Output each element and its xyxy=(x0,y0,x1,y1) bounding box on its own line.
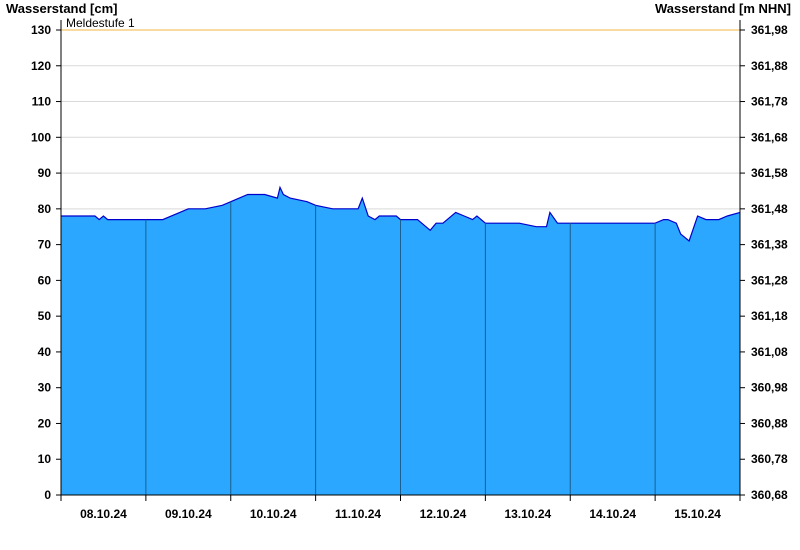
x-tick-label: 13.10.24 xyxy=(504,507,551,521)
x-tick-label: 14.10.24 xyxy=(589,507,636,521)
y-tick-label-right: 361,98 xyxy=(751,23,788,37)
x-tick-label: 08.10.24 xyxy=(80,507,127,521)
y-tick-label-right: 361,18 xyxy=(751,309,788,323)
y-tick-label-right: 361,38 xyxy=(751,238,788,252)
water-level-chart: Wasserstand [cm] Wasserstand [m NHN] Mel… xyxy=(6,1,791,521)
x-tick-label: 15.10.24 xyxy=(674,507,721,521)
y-tick-label-right: 361,88 xyxy=(751,59,788,73)
y-tick-label-right: 360,98 xyxy=(751,381,788,395)
y-tick-label-left: 80 xyxy=(38,202,52,216)
x-tick-label: 10.10.24 xyxy=(250,507,297,521)
y-axis-left-title: Wasserstand [cm] xyxy=(6,1,118,16)
y-tick-label-left: 90 xyxy=(38,166,52,180)
x-tick-label: 12.10.24 xyxy=(420,507,467,521)
y-tick-label-left: 120 xyxy=(31,59,51,73)
y-tick-label-left: 30 xyxy=(38,381,52,395)
y-tick-label-right: 360,78 xyxy=(751,452,788,466)
y-tick-label-left: 100 xyxy=(31,130,51,144)
y-tick-label-left: 0 xyxy=(44,488,51,502)
y-ticks-left: 0 10 20 30 40 50 60 70 80 90 100 110 120 130 xyxy=(31,23,61,502)
y-tick-label-right: 361,28 xyxy=(751,273,788,287)
y-tick-label-right: 361,48 xyxy=(751,202,788,216)
y-tick-label-right: 361,78 xyxy=(751,95,788,109)
y-ticks-right: 360,68 360,78 360,88 360,98 361,08 361,18 361,… xyxy=(740,23,788,502)
y-tick-label-right: 361,08 xyxy=(751,345,788,359)
y-tick-label-left: 40 xyxy=(38,345,52,359)
y-tick-label-right: 360,88 xyxy=(751,416,788,430)
y-tick-label-left: 20 xyxy=(38,416,52,430)
threshold-line-group: Meldestufe 1 xyxy=(61,16,740,31)
threshold-label: Meldestufe 1 xyxy=(66,16,135,30)
x-ticks: 08.10.24 09.10.24 10.10.24 11.10.24 12.10.24… xyxy=(60,495,741,521)
x-tick-label: 09.10.24 xyxy=(165,507,212,521)
y-axis-right-title: Wasserstand [m NHN] xyxy=(655,1,791,16)
y-tick-label-left: 70 xyxy=(38,238,52,252)
y-tick-label-left: 10 xyxy=(38,452,52,466)
y-tick-label-right: 361,58 xyxy=(751,166,788,180)
x-tick-label: 11.10.24 xyxy=(335,507,381,521)
y-tick-label-left: 60 xyxy=(38,273,52,287)
y-tick-label-right: 360,68 xyxy=(751,488,788,502)
y-tick-label-left: 130 xyxy=(31,23,51,37)
y-tick-label-right: 361,68 xyxy=(751,130,788,144)
y-tick-label-left: 50 xyxy=(38,309,52,323)
y-tick-label-left: 110 xyxy=(32,95,52,109)
